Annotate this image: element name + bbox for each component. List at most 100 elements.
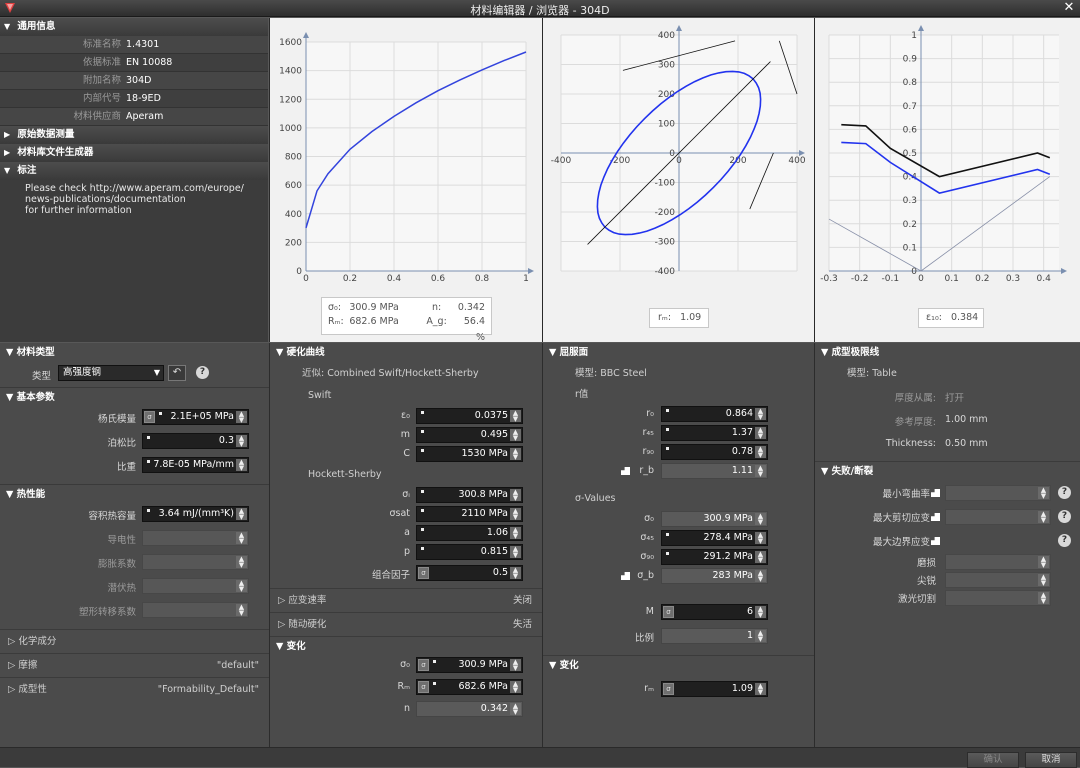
- section-general-info[interactable]: ▼ 通用信息: [0, 18, 268, 36]
- spinner-icon[interactable]: ▲ ▼: [236, 411, 247, 424]
- spinner-icon[interactable]: ▲ ▼: [510, 410, 521, 423]
- section-notes[interactable]: ▼ 标注: [0, 162, 268, 180]
- section-yield-surface[interactable]: ▼ 屈服面: [543, 343, 814, 363]
- section-raw-data[interactable]: ▶ 原始数据测量: [0, 126, 268, 144]
- param-input[interactable]: 2110 MPa ▲ ▼: [416, 506, 523, 522]
- spinner-icon[interactable]: ▲ ▼: [236, 459, 247, 472]
- param-input[interactable]: 0.495 ▲ ▼: [416, 427, 523, 443]
- spinner-icon[interactable]: ▲ ▼: [755, 630, 766, 643]
- param-input[interactable]: 1.11 ▲ ▼: [661, 463, 768, 479]
- lock-icon[interactable]: σ: [663, 683, 674, 695]
- param-input[interactable]: 0.864 ▲ ▼: [661, 406, 768, 422]
- failure-sub-input[interactable]: ▲ ▼: [945, 572, 1051, 588]
- cancel-button[interactable]: 取消: [1025, 752, 1077, 768]
- section-failure[interactable]: ▼ 失败/断裂: [815, 461, 1080, 481]
- section-strain-rate[interactable]: ▷ 应变速率 关闭: [270, 588, 542, 612]
- m-input[interactable]: σ 6 ▲ ▼: [661, 604, 768, 620]
- lock-icon[interactable]: σ: [144, 411, 155, 423]
- spinner-icon[interactable]: ▲ ▼: [755, 408, 766, 421]
- spinner-icon[interactable]: ▲ ▼: [236, 556, 247, 569]
- param-input[interactable]: ▲ ▼: [142, 602, 249, 618]
- failure-input[interactable]: ▲ ▼: [945, 485, 1051, 501]
- help-icon[interactable]: ?: [1058, 510, 1071, 523]
- param-input[interactable]: 291.2 MPa ▲ ▼: [661, 549, 768, 565]
- pin-icon[interactable]: [931, 513, 940, 521]
- section-change[interactable]: ▼ 变化: [270, 636, 542, 656]
- spinner-icon[interactable]: ▲ ▼: [236, 580, 247, 593]
- section-flc[interactable]: ▼ 成型极限线: [815, 343, 1080, 363]
- pin-icon[interactable]: [931, 489, 940, 497]
- ratio-input[interactable]: 1 ▲ ▼: [661, 628, 768, 644]
- param-input[interactable]: 0.815 ▲ ▼: [416, 544, 523, 560]
- param-input[interactable]: 0.0375 ▲ ▼: [416, 408, 523, 424]
- section-collapsed[interactable]: ▷ 摩擦 "default": [0, 653, 269, 677]
- spinner-icon[interactable]: ▲ ▼: [755, 570, 766, 583]
- lock-icon[interactable]: σ: [418, 567, 429, 579]
- rm-input[interactable]: σ 1.09 ▲ ▼: [661, 681, 768, 697]
- param-input[interactable]: σ 300.9 MPa ▲ ▼: [416, 657, 523, 673]
- spinner-icon[interactable]: ▲ ▼: [510, 448, 521, 461]
- param-input[interactable]: 0.342 ▲ ▼: [416, 701, 523, 717]
- section-collapsed[interactable]: ▷ 化学成分: [0, 629, 269, 653]
- spinner-icon[interactable]: ▲ ▼: [510, 527, 521, 540]
- param-input[interactable]: 0.78 ▲ ▼: [661, 444, 768, 460]
- spinner-icon[interactable]: ▲ ▼: [510, 546, 521, 559]
- spinner-icon[interactable]: ▲ ▼: [755, 465, 766, 478]
- spinner-icon[interactable]: ▲ ▼: [1038, 487, 1049, 500]
- param-input[interactable]: 283 MPa ▲ ▼: [661, 568, 768, 584]
- param-input[interactable]: 0.3 ▲ ▼: [142, 433, 249, 449]
- close-icon[interactable]: ✕: [1062, 1, 1076, 15]
- spinner-icon[interactable]: ▲ ▼: [236, 604, 247, 617]
- param-input[interactable]: ▲ ▼: [142, 530, 249, 546]
- spinner-icon[interactable]: ▲ ▼: [755, 532, 766, 545]
- lock-icon[interactable]: σ: [418, 659, 429, 671]
- param-input[interactable]: 3.64 mJ/(mm³K) ▲ ▼: [142, 506, 249, 522]
- spinner-icon[interactable]: ▲ ▼: [510, 659, 521, 672]
- param-input[interactable]: 300.9 MPa ▲ ▼: [661, 511, 768, 527]
- spinner-icon[interactable]: ▲ ▼: [510, 567, 521, 580]
- spinner-icon[interactable]: ▲ ▼: [510, 489, 521, 502]
- pin-icon[interactable]: [621, 467, 630, 475]
- section-kinematic-hardening[interactable]: ▷ 随动硬化 失活: [270, 612, 542, 636]
- spinner-icon[interactable]: ▲ ▼: [755, 427, 766, 440]
- param-input[interactable]: 300.8 MPa ▲ ▼: [416, 487, 523, 503]
- lock-icon[interactable]: σ: [663, 606, 674, 618]
- section-thermal[interactable]: ▼ 热性能: [0, 485, 269, 505]
- param-input[interactable]: 1.06 ▲ ▼: [416, 525, 523, 541]
- spinner-icon[interactable]: ▲ ▼: [236, 508, 247, 521]
- spinner-icon[interactable]: ▲ ▼: [755, 446, 766, 459]
- failure-sub-input[interactable]: ▲ ▼: [945, 590, 1051, 606]
- param-input[interactable]: σ 682.6 MPa ▲ ▼: [416, 679, 523, 695]
- param-input[interactable]: 278.4 MPa ▲ ▼: [661, 530, 768, 546]
- failure-input[interactable]: ▲ ▼: [945, 509, 1051, 525]
- spinner-icon[interactable]: ▲ ▼: [755, 683, 766, 696]
- param-input[interactable]: σ 2.1E+05 MPa ▲ ▼: [142, 409, 249, 425]
- spinner-icon[interactable]: ▲ ▼: [510, 508, 521, 521]
- param-input[interactable]: ▲ ▼: [142, 578, 249, 594]
- spinner-icon[interactable]: ▲ ▼: [755, 551, 766, 564]
- spinner-icon[interactable]: ▲ ▼: [510, 703, 521, 716]
- failure-sub-input[interactable]: ▲ ▼: [945, 554, 1051, 570]
- help-icon[interactable]: ?: [1058, 486, 1071, 499]
- param-input[interactable]: 1530 MPa ▲ ▼: [416, 446, 523, 462]
- spinner-icon[interactable]: ▲ ▼: [755, 606, 766, 619]
- help-icon[interactable]: ?: [196, 366, 209, 379]
- spinner-icon[interactable]: ▲ ▼: [755, 513, 766, 526]
- param-input[interactable]: 7.8E-05 MPa/mm ▲ ▼: [142, 457, 249, 473]
- section-hardening[interactable]: ▼ 硬化曲线: [270, 343, 542, 363]
- reset-icon[interactable]: ↶: [168, 365, 186, 381]
- section-library-generator[interactable]: ▶ 材料库文件生成器: [0, 144, 268, 162]
- spinner-icon[interactable]: ▲ ▼: [1038, 511, 1049, 524]
- section-material-type[interactable]: ▼ 材料类型: [0, 343, 269, 363]
- spinner-icon[interactable]: ▲ ▼: [510, 429, 521, 442]
- spinner-icon[interactable]: ▲ ▼: [236, 435, 247, 448]
- section-collapsed[interactable]: ▷ 成型性 "Formability_Default": [0, 677, 269, 701]
- section-basic-params[interactable]: ▼ 基本参数: [0, 388, 269, 408]
- help-icon[interactable]: ?: [1058, 534, 1071, 547]
- lock-icon[interactable]: σ: [418, 681, 429, 693]
- section-yield-change[interactable]: ▼ 变化: [543, 655, 814, 675]
- pin-icon[interactable]: [621, 572, 630, 580]
- material-type-select[interactable]: 高强度钢 ▼: [58, 365, 164, 381]
- ok-button[interactable]: 确认: [967, 752, 1019, 768]
- spinner-icon[interactable]: ▲ ▼: [236, 532, 247, 545]
